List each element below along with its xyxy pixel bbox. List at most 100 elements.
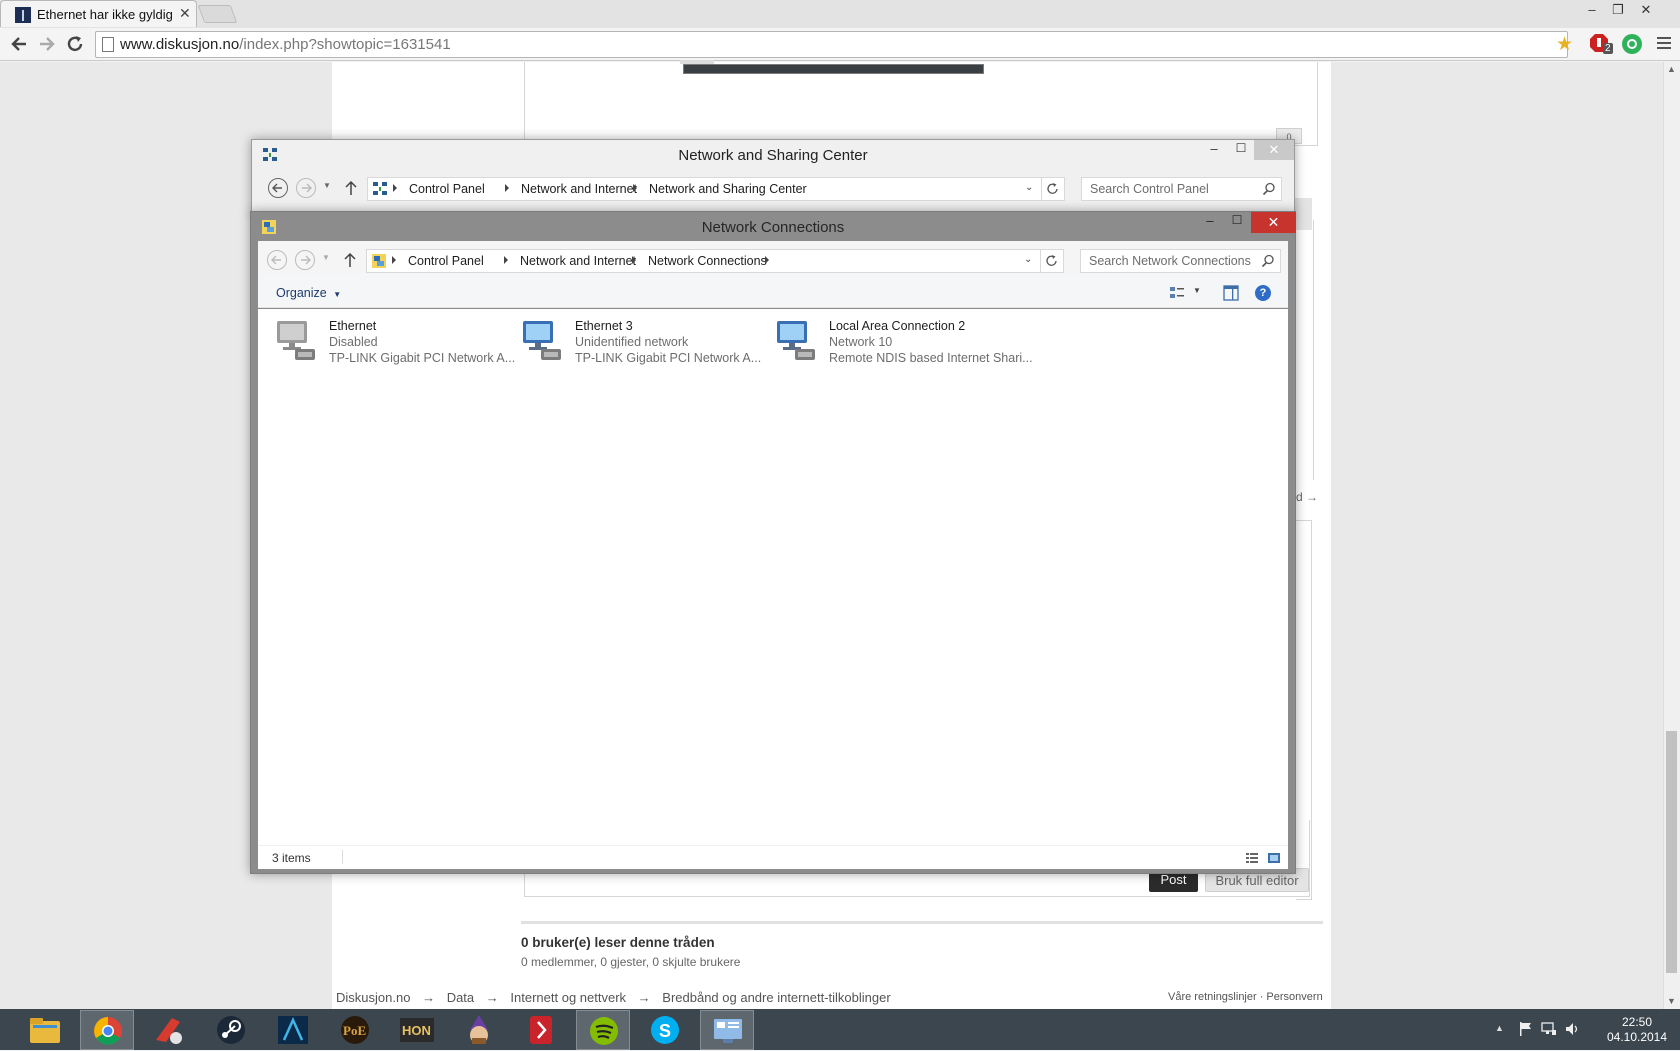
- browser-minimize-button[interactable]: –: [1578, 0, 1606, 20]
- breadcrumb-control-panel[interactable]: Control Panel: [408, 250, 484, 272]
- bookmark-star-icon[interactable]: ★: [1556, 33, 1573, 56]
- reload-icon[interactable]: [64, 33, 86, 55]
- maximize-button[interactable]: ☐: [1228, 213, 1246, 233]
- network-connections-window[interactable]: Network Connections – ☐ ✕ ▼ Control Pane…: [250, 211, 1296, 874]
- maximize-button[interactable]: ☐: [1232, 141, 1250, 161]
- taskbar-league-launcher[interactable]: [266, 1010, 320, 1050]
- adblock-extension-icon[interactable]: 2: [1589, 33, 1613, 55]
- tab-strip: [0, 0, 1680, 28]
- breadcrumb-separator: →: [422, 990, 436, 1005]
- breadcrumb-link[interactable]: Internett og nettverk: [510, 990, 626, 1005]
- breadcrumb-current[interactable]: Network and Sharing Center: [649, 178, 807, 200]
- minimize-button[interactable]: –: [1201, 213, 1219, 233]
- recent-locations-icon[interactable]: ▼: [323, 181, 331, 190]
- taskbar-ccleaner[interactable]: [142, 1010, 196, 1050]
- volume-icon[interactable]: [1564, 1021, 1580, 1037]
- close-button[interactable]: ✕: [1254, 140, 1294, 160]
- spotify-icon: [590, 1017, 618, 1045]
- taskbar-heroes-of-newerth[interactable]: HON: [390, 1010, 444, 1050]
- url-host: www.diskusjon.no: [120, 36, 240, 53]
- ccleaner-icon: [156, 1018, 182, 1044]
- taskbar-skype[interactable]: S: [638, 1010, 692, 1050]
- search-box[interactable]: Search Control Panel: [1081, 177, 1282, 201]
- system-clock[interactable]: 22:50 04.10.2014: [1604, 1015, 1670, 1045]
- close-button[interactable]: ✕: [1251, 212, 1296, 233]
- breadcrumb-link[interactable]: Diskusjon.no: [336, 990, 410, 1005]
- connection-item[interactable]: Ethernet 3 Unidentified network TP-LINK …: [517, 315, 761, 365]
- skype-icon: S: [651, 1016, 679, 1044]
- taskbar-game-wizard[interactable]: [452, 1010, 506, 1050]
- breadcrumb-network-internet[interactable]: Network and Internet: [521, 178, 637, 200]
- network-adapter-icon: [521, 319, 565, 363]
- network-sharing-center-window[interactable]: Network and Sharing Center – ☐ ✕ ▼ Contr…: [251, 139, 1295, 215]
- taskbar-control-panel[interactable]: [700, 1010, 754, 1050]
- partial-link[interactable]: d →: [1296, 490, 1318, 504]
- taskbar-spotify[interactable]: [576, 1010, 630, 1050]
- connection-item[interactable]: Ethernet Disabled TP-LINK Gigabit PCI Ne…: [271, 315, 515, 365]
- scroll-up-arrow-icon[interactable]: ▲: [1667, 64, 1676, 74]
- connection-item[interactable]: Local Area Connection 2 Network 10 Remot…: [771, 315, 1033, 365]
- search-box[interactable]: Search Network Connections: [1080, 249, 1281, 273]
- organize-menu[interactable]: Organize ▼: [276, 286, 341, 300]
- address-dropdown-icon[interactable]: ⌄: [1025, 182, 1033, 193]
- network-connections-icon: [371, 253, 387, 269]
- taskbar-path-of-exile[interactable]: PoE: [328, 1010, 382, 1050]
- action-center-flag-icon[interactable]: [1518, 1021, 1534, 1037]
- scrollbar-thumb[interactable]: [1666, 731, 1677, 973]
- up-arrow-icon[interactable]: [342, 250, 358, 270]
- details-view-icon[interactable]: [1245, 851, 1259, 865]
- taskbar-file-explorer[interactable]: [18, 1010, 72, 1050]
- recent-locations-icon[interactable]: ▼: [322, 253, 330, 262]
- scroll-down-arrow-icon[interactable]: ▼: [1667, 996, 1676, 1006]
- tab-title: Ethernet har ikke gyldig ip: [37, 7, 175, 22]
- browser-tab-active[interactable]: Ethernet har ikke gyldig ip ✕: [0, 0, 197, 27]
- view-dropdown-icon[interactable]: ▼: [1193, 286, 1201, 295]
- back-arrow-icon[interactable]: [8, 33, 30, 55]
- search-placeholder: Search Network Connections: [1089, 254, 1251, 268]
- green-extension-icon[interactable]: [1622, 34, 1642, 54]
- address-bar[interactable]: Control Panel Network and Internet Netwo…: [366, 249, 1041, 273]
- footer-links[interactable]: Våre retningslinjer · Personvern: [1168, 991, 1323, 1003]
- nav-back-icon[interactable]: [267, 250, 287, 270]
- network-adapter-icon: [775, 319, 819, 363]
- taskbar-chrome[interactable]: [80, 1010, 134, 1050]
- tray-expand-icon[interactable]: ▲: [1495, 1023, 1504, 1033]
- nav-forward-icon[interactable]: [296, 178, 316, 198]
- search-placeholder: Search Control Panel: [1090, 182, 1209, 196]
- breadcrumb-chevron-icon: [633, 184, 637, 192]
- network-tray-icon[interactable]: [1541, 1021, 1557, 1037]
- breadcrumb-link[interactable]: Data: [447, 990, 474, 1005]
- status-divider: [272, 850, 343, 864]
- breadcrumb-current[interactable]: Network Connections: [648, 250, 767, 272]
- preview-pane-icon[interactable]: [1223, 285, 1239, 301]
- browser-close-button[interactable]: ✕: [1632, 0, 1660, 20]
- help-icon[interactable]: ?: [1255, 285, 1271, 301]
- address-bar[interactable]: www.diskusjon.no/index.php?showtopic=163…: [95, 31, 1573, 58]
- large-icons-view-icon[interactable]: [1267, 851, 1281, 865]
- breadcrumb-network-internet[interactable]: Network and Internet: [520, 250, 636, 272]
- change-view-icon[interactable]: [1169, 285, 1185, 301]
- breadcrumb-chevron-icon: [392, 256, 396, 264]
- connection-device: TP-LINK Gigabit PCI Network A...: [575, 351, 762, 365]
- refresh-button[interactable]: [1040, 249, 1064, 273]
- browser-restore-button[interactable]: ❐: [1604, 0, 1632, 20]
- chrome-menu-icon[interactable]: [1657, 35, 1671, 51]
- nav-forward-icon[interactable]: [295, 250, 315, 270]
- nav-back-icon[interactable]: [268, 178, 288, 198]
- breadcrumb-control-panel[interactable]: Control Panel: [409, 178, 485, 200]
- breadcrumb-link[interactable]: Bredbånd og andre internett-tilkoblinger: [662, 990, 890, 1005]
- new-tab-button[interactable]: [197, 5, 238, 23]
- minimize-button[interactable]: –: [1205, 141, 1223, 161]
- tab-close-icon[interactable]: ✕: [179, 5, 191, 22]
- taskbar-game-red[interactable]: [514, 1010, 568, 1050]
- up-arrow-icon[interactable]: [343, 178, 359, 198]
- refresh-button[interactable]: [1041, 177, 1065, 201]
- taskbar-steam[interactable]: [204, 1010, 258, 1050]
- address-bar[interactable]: Control Panel Network and Internet Netwo…: [367, 177, 1042, 201]
- status-bar: 3 items: [258, 845, 1288, 869]
- forward-arrow-icon[interactable]: [36, 33, 58, 55]
- path-of-exile-icon: PoE: [341, 1016, 369, 1044]
- thumbnail-caption: [680, 60, 714, 64]
- address-dropdown-icon[interactable]: ⌄: [1024, 254, 1032, 265]
- embedded-screenshot-thumbnail[interactable]: [683, 64, 984, 74]
